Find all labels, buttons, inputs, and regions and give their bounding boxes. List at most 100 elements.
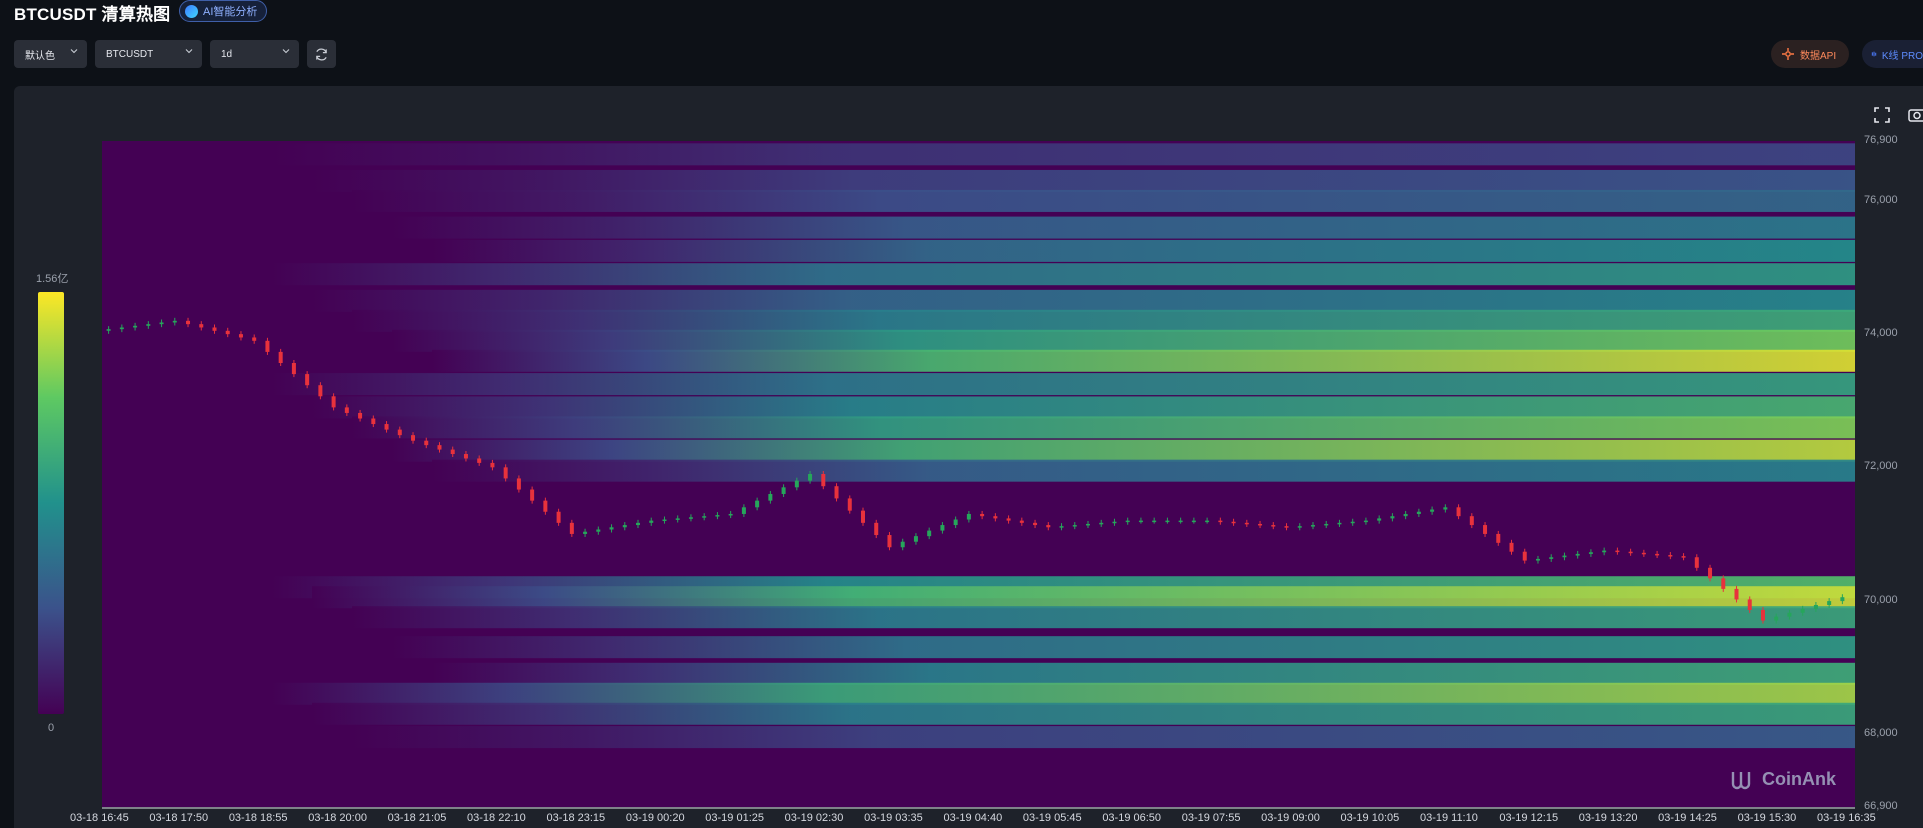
x-tick-label: 03-19 02:30 [784,812,844,824]
candle-body [1297,526,1302,528]
candle-body [953,519,958,526]
candle-body [1337,522,1342,525]
candle-body [543,500,548,512]
candle-body [437,445,442,450]
candle-body [371,418,376,425]
candle-body [291,363,296,375]
candle-body [913,536,918,542]
x-tick-label: 03-19 05:45 [1022,812,1082,824]
candle-body [463,454,468,459]
candle-body [1787,612,1792,617]
candle-body [331,396,336,408]
candle-body [874,522,879,536]
candle-body [1258,523,1263,526]
candle-body [966,513,971,520]
candle-body [265,340,270,352]
candle-body [1615,550,1620,553]
heatmap-band [352,726,1855,749]
x-tick-label: 03-19 09:00 [1261,812,1320,824]
x-tick-label: 03-18 18:55 [228,812,288,824]
candle-body [159,322,164,325]
x-tick-label: 03-18 20:00 [308,812,367,824]
heatmap-band [312,169,1855,192]
candle-body [146,324,151,326]
y-tick-label: 70,000 [1864,593,1898,606]
y-tick-label: 74,000 [1864,327,1898,340]
heatmap-band [352,606,1855,629]
x-tick-label: 03-19 16:35 [1817,812,1876,824]
candle-body [1575,553,1580,556]
x-tick-label: 03-19 12:15 [1499,812,1559,824]
colorbar [38,292,64,714]
candle-body [199,324,204,328]
candle-body [1430,509,1435,512]
x-tick-label: 03-19 06:50 [1102,812,1162,824]
x-tick-label: 03-19 14:25 [1658,812,1717,824]
candle-body [1324,523,1329,526]
candle-body [1747,599,1752,610]
candle-body [1085,523,1090,526]
x-tick-label: 03-19 15:30 [1737,812,1797,824]
candle-body [609,527,614,530]
candle-body [1469,516,1474,526]
candle-body [1138,520,1143,523]
y-tick-label: 66,900 [1864,800,1898,812]
candle-body [728,513,733,516]
x-tick-label: 03-19 10:05 [1340,812,1400,824]
candle-body [424,440,429,446]
candle-body [927,530,932,537]
candle-body [278,351,283,363]
candle-body [794,480,799,488]
candle-body [450,449,455,455]
x-tick-label: 03-18 22:10 [467,812,526,824]
liquidation-heatmap-chart[interactable] [0,0,1923,828]
candle-body [344,407,349,413]
y-tick-label: 72,000 [1864,460,1898,473]
candle-body [1827,601,1832,605]
x-tick-label: 03-19 03:35 [864,812,923,824]
candle-body [1046,525,1051,528]
colorbar-min-label: 0 [48,722,55,734]
candle-body [1655,553,1660,556]
heatmap-band [432,349,1855,372]
candle-body [1165,520,1170,523]
candle-body [636,522,641,526]
candle-body [1549,557,1554,559]
heatmap-band [392,636,1855,659]
candle-body [1721,578,1726,589]
candle-body [556,511,561,523]
candle-body [596,529,601,532]
candle-body [1363,520,1368,523]
candle-body [1760,609,1765,621]
y-tick-label: 76,000 [1864,193,1898,206]
x-tick-label: 03-19 04:40 [943,812,1003,824]
candle-body [1284,526,1289,528]
x-tick-label: 03-19 01:25 [705,812,764,824]
candle-body [516,478,521,490]
y-tick-label: 68,000 [1864,726,1898,739]
candle-body [1628,551,1633,554]
candle-body [940,525,945,531]
heatmap-band [352,416,1855,439]
camera-icon[interactable] [1908,106,1923,124]
heatmap-band [312,586,1855,609]
heatmap-band [432,662,1855,685]
candle-body [318,385,323,397]
candle-body [1350,521,1355,524]
candle-body [1562,555,1567,558]
candle-body [1668,555,1673,557]
candle-body [212,327,217,331]
candle-body [715,515,720,517]
candle-body [1734,588,1739,600]
fullscreen-icon[interactable] [1873,106,1891,124]
heatmap-band [392,216,1855,239]
candle-body [1774,616,1779,621]
x-tick-label: 03-18 21:05 [387,812,447,824]
candle-body [1602,550,1607,553]
candle-body [1588,552,1593,554]
colorbar-max-label: 1.56亿 [36,273,69,285]
x-tick-label: 03-19 07:55 [1181,812,1241,824]
candle-body [1535,558,1540,561]
heatmap-band [392,329,1855,352]
candle-body [1006,518,1011,521]
